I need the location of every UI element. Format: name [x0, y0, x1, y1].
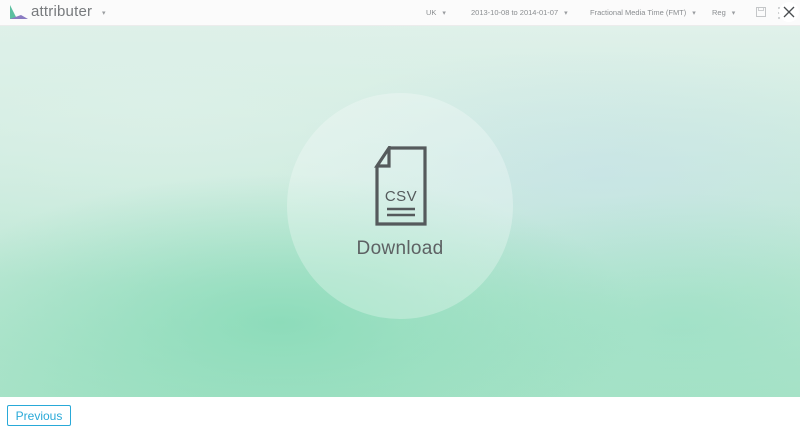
download-label: Download — [356, 238, 444, 259]
region-filter[interactable]: UK ▾ — [426, 8, 446, 17]
chevron-down-icon: ▾ — [731, 10, 736, 17]
model-filter[interactable]: Fractional Media Time (FMT) ▾ — [590, 8, 696, 17]
close-button[interactable] — [779, 2, 799, 22]
top-bar: attributer ▾ UK ▾ 2013-10-08 to 2014-01-0… — [0, 0, 800, 26]
close-icon — [783, 6, 795, 18]
previous-button[interactable]: Previous — [7, 405, 71, 426]
csv-file-icon: CSV — [374, 146, 427, 226]
download-panel: CSV Download — [0, 26, 800, 397]
download-button[interactable]: CSV Download — [287, 93, 513, 319]
date-range-filter-label: 2013-10-08 to 2014-01-07 — [471, 8, 559, 17]
footer-bar: Previous — [0, 397, 800, 434]
model-filter-label: Fractional Media Time (FMT) — [590, 8, 687, 17]
chevron-down-icon: ▾ — [692, 10, 696, 17]
date-range-filter[interactable]: 2013-10-08 to 2014-01-07 ▾ — [471, 8, 568, 17]
chevron-down-icon: ▾ — [564, 10, 568, 17]
logo-icon — [10, 5, 28, 19]
save-icon[interactable] — [756, 7, 766, 17]
csv-icon-text: CSV — [385, 188, 417, 205]
app-menu-chevron-down-icon[interactable]: ▾ — [102, 9, 106, 17]
region-filter-label: UK — [426, 8, 437, 17]
metric-filter-label: Reg — [712, 8, 726, 17]
app-name: attributer — [31, 3, 93, 20]
chevron-down-icon: ▾ — [442, 10, 446, 17]
metric-filter[interactable]: Reg ▾ — [712, 8, 735, 17]
